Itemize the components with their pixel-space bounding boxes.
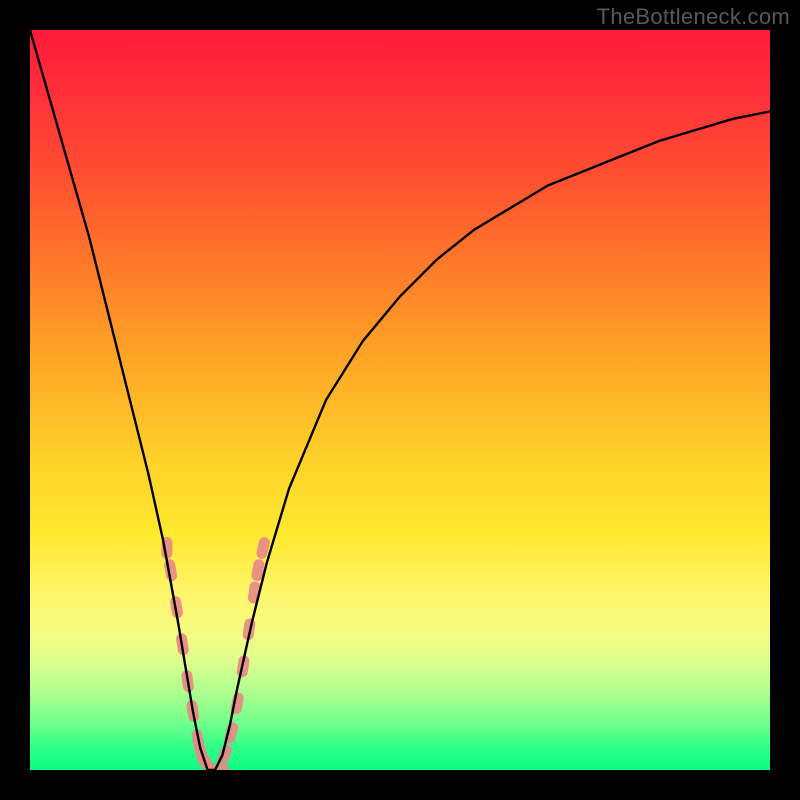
bottleneck-curve bbox=[30, 30, 770, 770]
plot-area bbox=[30, 30, 770, 770]
chart-frame: TheBottleneck.com bbox=[0, 0, 800, 800]
curve-layer bbox=[30, 30, 770, 770]
data-markers-group bbox=[161, 536, 271, 770]
watermark-text: TheBottleneck.com bbox=[597, 4, 790, 30]
